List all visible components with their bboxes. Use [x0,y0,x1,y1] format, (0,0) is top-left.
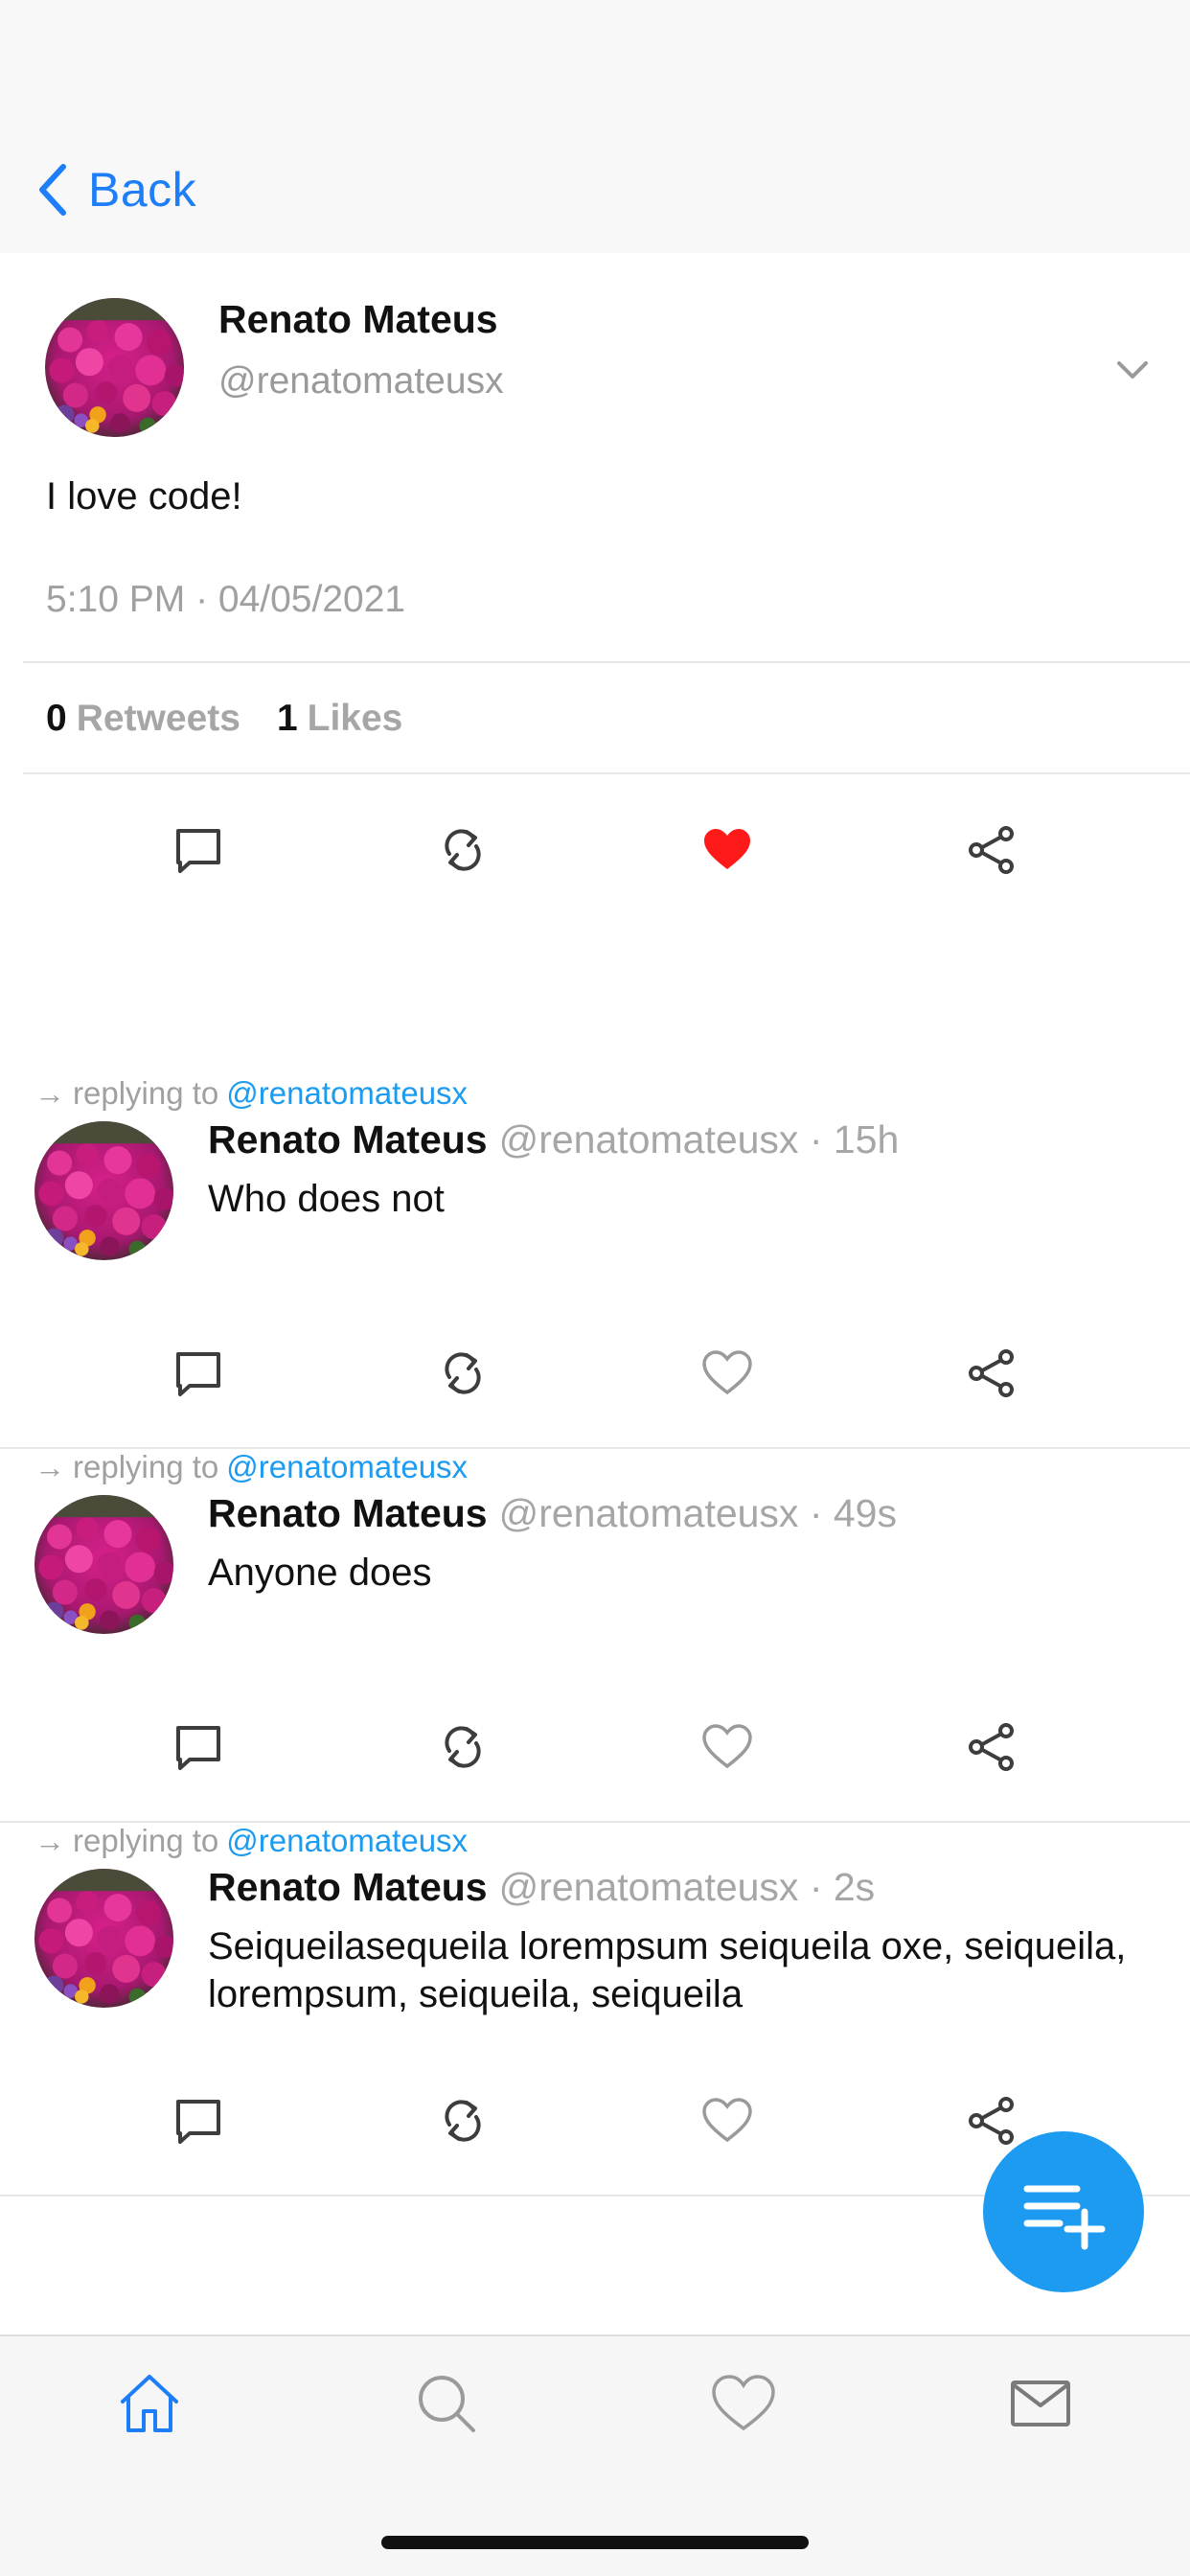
reply-button[interactable] [165,816,232,884]
like-button[interactable] [694,2087,761,2154]
reply-header: Renato Mateus @renatomateusx · 49s [208,1491,897,1536]
replying-prefix: replying to [73,1449,219,1484]
tweet-timestamp: 5:10 PM · 04/05/2021 [46,579,406,620]
compose-list-plus-icon [1023,2185,1106,2250]
heart-icon [712,2375,775,2431]
reply-item[interactable]: → replying to @renatomateusx Renato Mate… [0,1823,1190,2196]
heart-outline-icon [702,1724,752,1769]
chevron-left-icon [39,164,66,216]
retweet-button[interactable] [429,1714,496,1781]
arrow-right-icon: → [34,1075,65,1111]
reply-item[interactable]: → replying to @renatomateusx Renato Mate… [0,1449,1190,1823]
avatar[interactable] [34,1495,173,1634]
reply-button[interactable] [165,2087,232,2154]
tab-likes[interactable] [698,2358,790,2450]
back-label: Back [88,163,197,217]
replying-to-label: → replying to @renatomateusx [34,1449,468,1485]
tab-home[interactable] [103,2358,195,2450]
author-name[interactable]: Renato Mateus [208,1865,488,1909]
tab-search[interactable] [400,2358,492,2450]
avatar[interactable] [34,1869,173,2008]
home-icon [121,2375,178,2432]
share-button[interactable] [958,816,1025,884]
author-handle: @renatomateusx [218,360,504,402]
replying-prefix: replying to [73,1823,219,1858]
avatar[interactable] [45,298,184,437]
tweet-actions [0,816,1190,884]
tweet-detail-screen: Back Renato Mateus @renatomateusx I love… [0,0,1190,2576]
avatar[interactable] [34,1121,173,1260]
reply-header: Renato Mateus @renatomateusx · 15h [208,1117,899,1162]
share-icon [969,1723,1014,1771]
reply-text: Seiqueilasequeila lorempsum seiqueila ox… [208,1925,1127,2015]
replying-to-label: → replying to @renatomateusx [34,1075,468,1112]
like-button[interactable] [694,816,761,884]
retweets-label: Retweets [76,698,240,739]
arrow-right-icon: → [34,1823,65,1858]
replying-to-label: → replying to @renatomateusx [34,1823,468,1859]
reply-actions [0,2087,1190,2154]
likes-count: 1 [276,698,298,739]
search-icon [419,2376,475,2432]
heart-outline-icon [702,1350,752,1395]
retweet-icon [445,829,481,871]
tweet-text: I love code! [46,475,242,518]
divider [23,661,1190,663]
reply-text: Anyone does [208,1552,432,1594]
comment-icon [176,829,220,873]
mail-icon [1011,2380,1070,2426]
reply-header: Renato Mateus @renatomateusx · 2s [208,1865,875,1910]
divider [23,772,1190,774]
retweets-count: 0 [46,698,67,739]
reply-actions [0,1340,1190,1407]
comment-icon [176,1726,220,1770]
reply-item[interactable]: → replying to @renatomateusx Renato Mate… [0,1075,1190,1449]
replying-prefix: replying to [73,1075,219,1111]
share-icon [969,2097,1014,2145]
author-name[interactable]: Renato Mateus [218,297,498,342]
tweet-stats: 0 Retweets 1 Likes [46,698,402,740]
reply-button[interactable] [165,1714,232,1781]
retweet-icon [445,2100,481,2142]
arrow-right-icon: → [34,1449,65,1484]
chevron-down-icon[interactable] [1111,349,1154,391]
like-button[interactable] [694,1340,761,1407]
navigation-bar: Back [0,125,1190,253]
reply-text: Who does not [208,1178,445,1220]
back-button[interactable]: Back [34,159,196,220]
retweet-icon [445,1726,481,1768]
retweet-icon [445,1352,481,1394]
share-icon [969,826,1014,874]
retweet-button[interactable] [429,1340,496,1407]
like-button[interactable] [694,1714,761,1781]
share-button[interactable] [958,1714,1025,1781]
author-meta: @renatomateusx · 2s [498,1865,876,1909]
author-name[interactable]: Renato Mateus [208,1117,488,1162]
reply-actions [0,1714,1190,1781]
author-meta: @renatomateusx · 15h [498,1117,900,1162]
compose-button[interactable] [983,2131,1144,2292]
retweet-button[interactable] [429,816,496,884]
share-icon [969,1349,1014,1397]
share-button[interactable] [958,1340,1025,1407]
share-button[interactable] [958,2087,1025,2154]
heart-outline-icon [702,2098,752,2143]
heart-icon [704,829,750,869]
likes-stat[interactable]: 1 Likes [277,698,402,740]
author-meta: @renatomateusx · 49s [498,1491,897,1535]
comment-icon [176,1352,220,1396]
status-bar [0,0,1190,125]
retweets-stat[interactable]: 0 Retweets [46,698,240,740]
home-indicator [381,2536,809,2549]
likes-label: Likes [307,698,403,739]
replying-mention[interactable]: @renatomateusx [226,1823,468,1859]
replying-mention[interactable]: @renatomateusx [226,1449,468,1485]
reply-button[interactable] [165,1340,232,1407]
author-name[interactable]: Renato Mateus [208,1491,488,1535]
tab-messages[interactable] [995,2358,1087,2450]
retweet-button[interactable] [429,2087,496,2154]
comment-icon [176,2100,220,2144]
replying-mention[interactable]: @renatomateusx [226,1075,468,1112]
